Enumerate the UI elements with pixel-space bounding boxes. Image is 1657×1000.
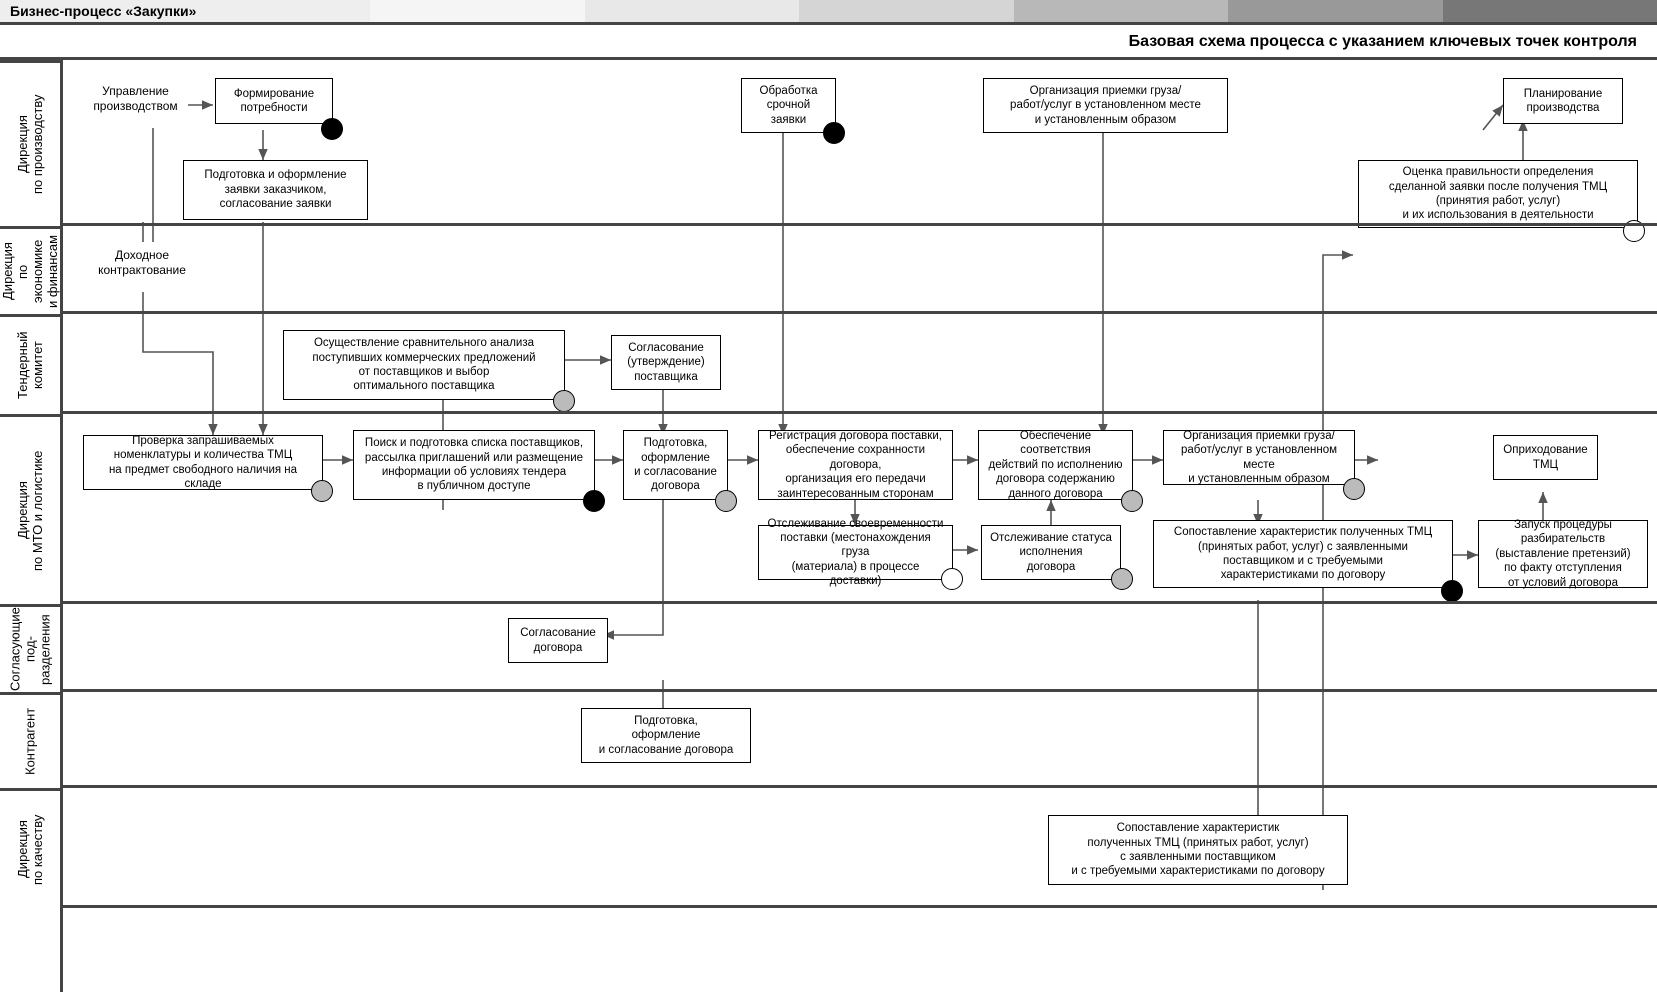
page-title: Бизнес-процесс «Закупки» bbox=[0, 0, 370, 22]
lane-row-l5 bbox=[63, 604, 1657, 692]
lane-row-l7 bbox=[63, 788, 1657, 908]
lane-row-l2 bbox=[63, 226, 1657, 314]
lane-label-l3: Тендерныйкомитет bbox=[0, 314, 60, 414]
header-gradient bbox=[370, 0, 1657, 22]
lane-label-l4: Дирекцияпо МТО и логистике bbox=[0, 414, 60, 604]
lane-labels: Дирекцияпо производствуДирекцияпо эконом… bbox=[0, 60, 63, 992]
subtitle: Базовая схема процесса с указанием ключе… bbox=[0, 25, 1657, 60]
lane-row-l3 bbox=[63, 314, 1657, 414]
swimlanes: Дирекцияпо производствуДирекцияпо эконом… bbox=[0, 60, 1657, 992]
lane-label-l2: Дирекцияпо экономикеи финансам bbox=[0, 226, 60, 314]
lane-label-l5: Согласующиепод-разделения bbox=[0, 604, 60, 692]
lane-label-l1: Дирекцияпо производству bbox=[0, 60, 60, 226]
lane-row-l6 bbox=[63, 692, 1657, 788]
lane-content: Управлениепроизводством Формированиепотр… bbox=[63, 60, 1657, 992]
lane-row-l4 bbox=[63, 414, 1657, 604]
node-upravlenie: Управлениепроизводством bbox=[83, 78, 188, 128]
node-dohodnoe: Доходноеконтрактование bbox=[83, 242, 201, 292]
lane-label-l7: Дирекцияпо качеству bbox=[0, 788, 60, 908]
lane-label-l6: Контрагент bbox=[0, 692, 60, 788]
header-bar: Бизнес-процесс «Закупки» bbox=[0, 0, 1657, 25]
lane-row-l1 bbox=[63, 60, 1657, 226]
